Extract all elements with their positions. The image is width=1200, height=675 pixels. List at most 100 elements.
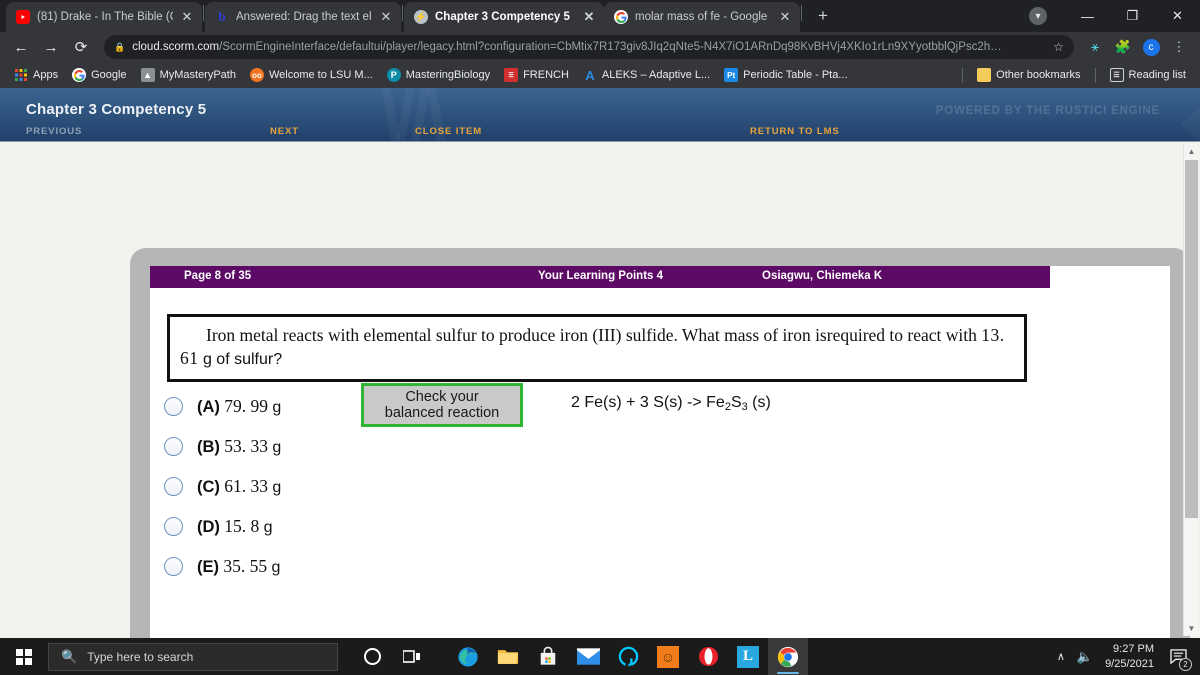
opera-icon[interactable] [688,638,728,675]
tab-strip: (81) Drake - In The Bible (Official ✕ b … [0,0,1200,32]
taskbar-search-input[interactable]: 🔍 Type here to search [48,642,338,671]
close-tab-4-icon[interactable]: ✕ [778,10,792,24]
bookmark-apps[interactable]: Apps [8,65,64,85]
student-name: Osiagwu, Chiemeka K [762,270,883,282]
edge-icon[interactable] [448,638,488,675]
browser-tab-1-title: (81) Drake - In The Bible (Official [37,11,173,23]
page-scrollbar[interactable]: ▲ ▼ [1183,144,1198,636]
radio-button-a[interactable] [164,396,183,416]
pearson-icon: P [386,68,401,82]
aleks-icon: A [585,68,595,82]
radio-button-c[interactable] [164,476,183,496]
profile-avatar[interactable]: c [1138,34,1164,60]
notification-count: 2 [1179,657,1192,671]
microsoft-store-icon[interactable] [528,638,568,675]
start-button[interactable] [0,638,48,675]
question-box: Iron metal reacts with elemental sulfur … [167,314,1027,383]
browser-tab-3-active[interactable]: ⚡ Chapter 3 Competency 5 ✕ [404,2,604,32]
browser-tab-2[interactable]: b Answered: Drag the text element ✕ [205,2,401,32]
close-item-button[interactable]: CLOSE ITEM [415,126,482,137]
bookmark-google[interactable]: Google [66,65,132,85]
radio-button-e[interactable] [164,556,183,576]
address-bar[interactable]: 🔒 cloud.scorm.com /ScormEngineInterface/… [104,35,1074,59]
close-tab-2-icon[interactable]: ✕ [379,10,393,24]
scorm-icon: ⚡ [414,10,428,24]
minimize-button[interactable]: — [1065,0,1110,32]
answer-choice-b[interactable]: (B) 53. 33 g [164,426,394,466]
answer-choice-a[interactable]: (A) 79. 99 g [164,386,394,426]
bookmark-lsu-moodle-label: Welcome to LSU M... [268,69,373,81]
extension-pin-icon[interactable]: ⚹ [1082,34,1108,60]
bartleby-icon: b [218,10,226,24]
bookmark-divider [1094,67,1096,83]
bookmark-masteringbiology[interactable]: P MasteringBiology [381,65,496,85]
assessment-status-bar: Page 8 of 35 Your Learning Points 4 Osia… [150,266,1050,288]
reading-list-button[interactable]: ☰ Reading list [1104,65,1192,85]
chrome-active-indicator [777,671,799,674]
answer-letter-e: (E) [197,557,219,576]
maximize-button[interactable]: ❐ [1110,0,1155,32]
question-line-1: Iron metal reacts with elemental sulfur … [206,325,827,345]
lockdown-browser-icon[interactable]: L [728,638,768,675]
question-text: Iron metal reacts with elemental sulfur … [180,324,1014,370]
browser-tab-1[interactable]: (81) Drake - In The Bible (Official ✕ [6,2,202,32]
task-view-icon[interactable] [392,638,432,675]
close-tab-3-icon[interactable]: ✕ [582,10,596,24]
orange-app-icon[interactable]: ☺ [648,638,688,675]
bookmark-star-icon[interactable]: ☆ [1045,40,1064,54]
forward-icon[interactable]: → [38,34,64,60]
clock[interactable]: 9:27 PM 9/25/2021 [1105,642,1154,670]
balanced-equation: 2 Fe(s) + 3 S(s) -> Fe2S3 (s) [571,394,771,413]
scorm-player-header: \//\ ◆ Chapter 3 Competency 5 POWERED BY… [0,88,1200,142]
answer-choice-e[interactable]: (E) 35. 55 g [164,546,394,586]
page-indicator: Page 8 of 35 [184,270,252,282]
close-tab-1-icon[interactable]: ✕ [180,10,194,24]
answer-value-d: 15. 8 [224,515,260,536]
folder-icon [977,68,992,82]
back-icon[interactable]: ← [8,34,34,60]
notification-center-button[interactable]: 2 [1166,645,1192,671]
tab-separator [203,5,204,21]
equation-mid: S [730,394,742,411]
radio-button-b[interactable] [164,436,183,456]
reading-list-icon: ☰ [1109,68,1124,82]
check-button-line-2: balanced reaction [384,405,500,421]
bookmark-periodic-table[interactable]: Pt Periodic Table - Pta... [718,65,853,85]
return-to-lms-button[interactable]: RETURN TO LMS [750,126,840,137]
answer-choice-d[interactable]: (D) 15. 8 g [164,506,394,546]
volume-icon[interactable]: 🔈 [1077,649,1093,665]
bookmark-aleks[interactable]: A ALEKS – Adaptive L... [577,65,716,85]
tab-search-icon[interactable]: ▾ [1029,7,1047,25]
tray-chevron-icon[interactable]: ∧ [1057,650,1065,663]
chrome-browser-window: (81) Drake - In The Bible (Official ✕ b … [0,0,1200,638]
answer-unit-d: g [263,518,273,536]
next-button[interactable]: NEXT [270,126,299,137]
cortana-icon[interactable] [352,638,392,675]
mail-icon[interactable] [568,638,608,675]
close-window-button[interactable]: ✕ [1155,0,1200,32]
three-dot-menu-icon[interactable]: ⋮ [1166,34,1192,60]
previous-button[interactable]: PREVIOUS [26,126,82,137]
french-icon: ☰ [504,68,519,82]
other-bookmarks-folder[interactable]: Other bookmarks [971,65,1086,85]
powered-by-label: POWERED BY THE RUSTICI ENGINE [935,105,1160,117]
scrollbar-thumb[interactable] [1185,160,1198,518]
bookmark-french[interactable]: ☰ FRENCH [498,65,575,85]
browser-tab-3-title: Chapter 3 Competency 5 [435,11,570,23]
scroll-down-arrow-icon[interactable]: ▼ [1184,621,1199,636]
scroll-up-arrow-icon[interactable]: ▲ [1184,144,1199,159]
check-balanced-reaction-button[interactable]: Check your balanced reaction [361,383,523,427]
chrome-icon[interactable] [768,638,808,675]
alexa-icon[interactable] [608,638,648,675]
search-placeholder: Type here to search [87,649,194,664]
reload-icon[interactable]: ⟳ [68,34,94,60]
file-explorer-icon[interactable] [488,638,528,675]
puzzle-extensions-icon[interactable]: 🧩 [1110,34,1136,60]
browser-tab-4[interactable]: molar mass of fe - Google Search ✕ [604,2,800,32]
learning-points: Your Learning Points 4 [538,270,664,282]
answer-choice-c[interactable]: (C) 61. 33 g [164,466,394,506]
bookmark-mymasterypath[interactable]: ▲ MyMasteryPath [135,65,242,85]
new-tab-button[interactable]: + [809,2,837,30]
radio-button-d[interactable] [164,516,183,536]
bookmark-lsu-moodle[interactable]: oo Welcome to LSU M... [244,65,379,85]
